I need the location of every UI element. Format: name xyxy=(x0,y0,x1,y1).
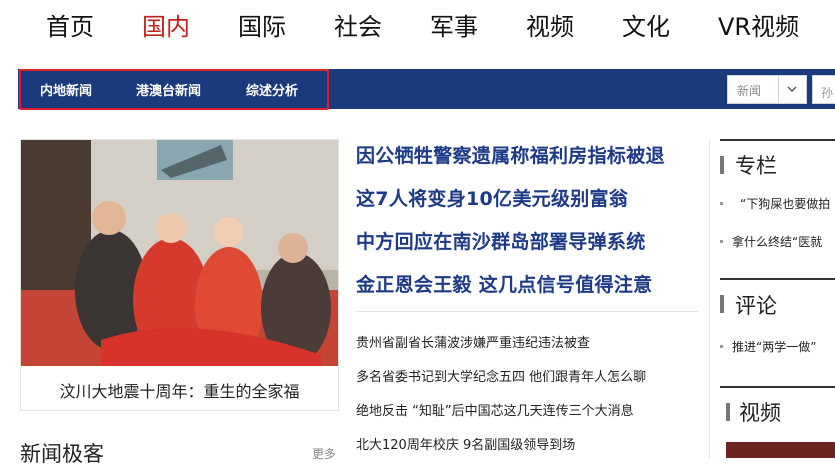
featured-photo[interactable] xyxy=(21,140,338,366)
news-link[interactable]: 绝地反击 “知耻”后中国芯这几天连传三个大消息 xyxy=(356,400,634,419)
bullet-icon xyxy=(720,345,723,348)
headline-link[interactable]: 金正恩会王毅 这几点信号值得注意 xyxy=(356,270,652,297)
sub-nav-analysis[interactable]: 综述分析 xyxy=(246,80,298,99)
video-thumbnail[interactable] xyxy=(726,442,835,458)
headline-link[interactable]: 这7人将变身10亿美元级别富翁 xyxy=(356,184,628,211)
divider xyxy=(720,139,835,141)
news-link[interactable]: 多名省委书记到大学纪念五四 他们跟青年人怎么聊 xyxy=(356,366,646,385)
column-item-link[interactable]: “下狗屎也要做拍 xyxy=(740,195,830,212)
comment-item-link[interactable]: 推进“两学一做” xyxy=(732,338,816,355)
search-input[interactable] xyxy=(812,75,835,104)
section-marker xyxy=(726,403,730,421)
news-link[interactable]: 北大120周年校庆 9名副国级领导到场 xyxy=(356,434,575,453)
divider xyxy=(720,278,835,280)
divider xyxy=(709,139,710,458)
headline-link[interactable]: 因公牺牲警察遗属称福利房指标被退 xyxy=(356,141,665,168)
section-title-column: 专栏 xyxy=(735,154,777,178)
headline-link[interactable]: 中方回应在南沙群岛部署导弹系统 xyxy=(356,227,646,254)
search-category-value: 新闻 xyxy=(737,84,762,98)
photo-caption[interactable]: 汶川大地震十周年：重生的全家福 xyxy=(21,378,338,402)
section-title-comment: 评论 xyxy=(735,294,777,318)
bullet-icon xyxy=(720,202,723,205)
column-item-link[interactable]: 拿什么终结“医就 xyxy=(732,233,822,250)
more-link[interactable]: 更多 xyxy=(312,445,336,462)
main-nav: 首页 国内 国际 社会 军事 视频 文化 VR视频 xyxy=(0,0,835,58)
nav-military[interactable]: 军事 xyxy=(430,10,478,44)
section-title-news-geek: 新闻极客 xyxy=(20,442,104,466)
section-marker xyxy=(720,156,724,174)
search-category-select[interactable]: 新闻 xyxy=(727,75,807,104)
news-link[interactable]: 贵州省副省长蒲波涉嫌严重违纪违法被查 xyxy=(356,332,590,351)
nav-vr-video[interactable]: VR视频 xyxy=(718,10,799,44)
section-marker xyxy=(720,295,724,313)
sub-nav-hk-macao-taiwan-news[interactable]: 港澳台新闻 xyxy=(136,80,201,99)
nav-international[interactable]: 国际 xyxy=(238,10,286,44)
nav-home[interactable]: 首页 xyxy=(46,10,94,44)
divider xyxy=(356,311,699,312)
nav-video[interactable]: 视频 xyxy=(526,10,574,44)
nav-society[interactable]: 社会 xyxy=(334,10,382,44)
featured-photo-card[interactable]: 汶川大地震十周年：重生的全家福 xyxy=(20,139,339,411)
nav-domestic[interactable]: 国内 xyxy=(142,10,190,44)
nav-culture[interactable]: 文化 xyxy=(622,10,670,44)
chevron-down-icon[interactable] xyxy=(778,76,806,103)
section-title-video: 视频 xyxy=(739,401,781,425)
sub-nav-mainland-news[interactable]: 内地新闻 xyxy=(40,80,92,99)
divider xyxy=(720,386,835,388)
bullet-icon xyxy=(720,240,723,243)
